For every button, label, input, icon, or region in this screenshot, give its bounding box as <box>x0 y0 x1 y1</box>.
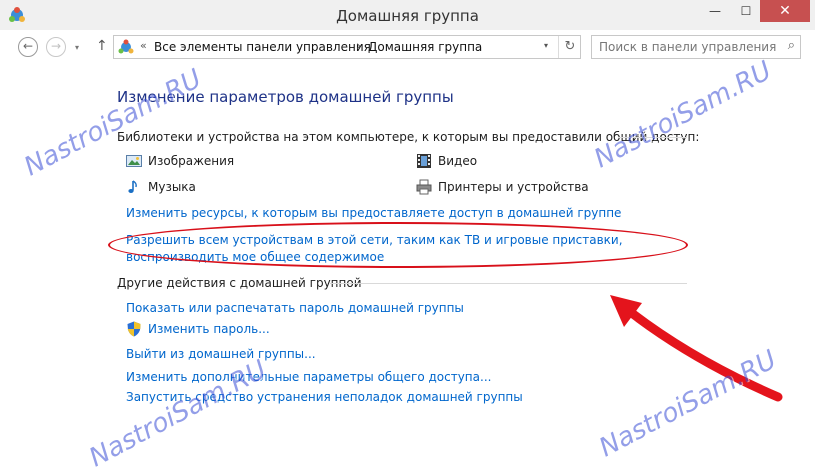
title-bar: Домашняя группа — ☐ ✕ <box>0 0 815 31</box>
main-content: Изменение параметров домашней группы Биб… <box>0 56 815 473</box>
other-actions-section-title: Другие действия с домашней группой <box>117 276 362 290</box>
change-resources-link[interactable]: Изменить ресурсы, к которым вы предостав… <box>126 206 621 220</box>
library-label: Видео <box>438 154 478 168</box>
music-icon <box>128 180 137 193</box>
close-button[interactable]: ✕ <box>760 0 810 22</box>
breadcrumb-homegroup[interactable]: Домашняя группа <box>368 40 482 54</box>
leave-homegroup-link[interactable]: Выйти из домашней группы... <box>126 347 316 361</box>
show-password-link[interactable]: Показать или распечатать пароль домашней… <box>126 301 464 315</box>
address-dropdown[interactable]: ▾ <box>544 41 548 50</box>
search-box[interactable]: Поиск в панели управления ⌕ <box>591 35 801 59</box>
watermark: NastroiSam.RU <box>589 55 777 175</box>
advanced-sharing-link[interactable]: Изменить дополнительные параметры общего… <box>126 370 491 384</box>
breadcrumb-separator[interactable]: › <box>356 39 361 54</box>
navigation-bar: ← → ▾ ↑ « Все элементы панели управления… <box>0 30 815 64</box>
change-password-link[interactable]: Изменить пароль... <box>148 322 270 336</box>
uac-shield-icon <box>127 321 141 337</box>
other-actions-divider <box>330 283 687 284</box>
pictures-icon <box>126 155 142 167</box>
search-icon[interactable]: ⌕ <box>788 38 795 53</box>
window-title: Домашняя группа <box>336 7 479 25</box>
red-highlight-ellipse <box>108 222 688 268</box>
printer-icon <box>416 179 432 195</box>
breadcrumb-control-panel[interactable]: Все элементы панели управления <box>154 40 371 54</box>
breadcrumb-overflow[interactable]: « <box>140 39 147 52</box>
maximize-button[interactable]: ☐ <box>731 0 761 22</box>
library-label: Изображения <box>148 154 235 168</box>
video-icon <box>417 154 431 168</box>
up-button[interactable]: ↑ <box>96 38 108 54</box>
address-bar[interactable]: « Все элементы панели управления › Домаш… <box>113 35 581 59</box>
recent-locations-dropdown[interactable]: ▾ <box>75 43 79 52</box>
refresh-button[interactable]: ↻ <box>558 36 581 58</box>
library-label: Принтеры и устройства <box>438 180 589 194</box>
back-button[interactable]: ← <box>18 37 38 57</box>
homegroup-icon <box>118 39 134 54</box>
minimize-button[interactable]: — <box>700 0 730 22</box>
forward-button[interactable]: → <box>46 37 66 57</box>
library-label: Музыка <box>148 180 196 194</box>
search-input[interactable]: Поиск в панели управления <box>599 40 776 54</box>
